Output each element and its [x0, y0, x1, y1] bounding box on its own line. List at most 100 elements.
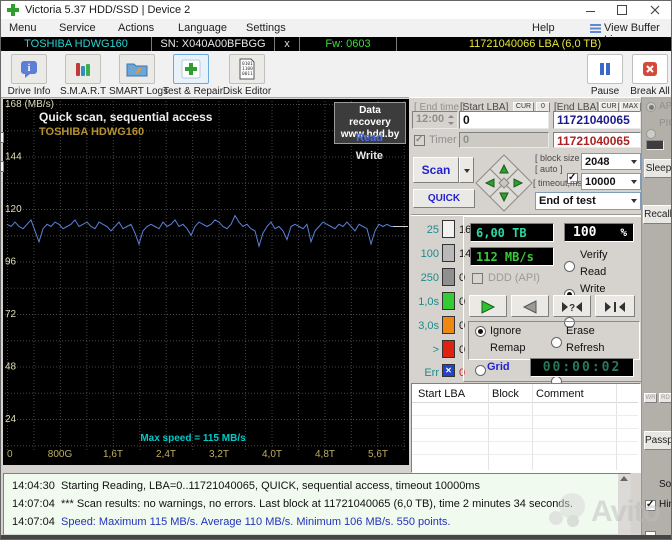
end-time-spinner[interactable]: 12:00 — [412, 111, 458, 129]
refresh-label: Refresh — [566, 342, 605, 354]
side-strip: API PIO Sleep Recall WR RD Passp Sound H… — [641, 97, 671, 539]
log-row-text: Starting Reading, LBA=0..11721040065, QU… — [61, 480, 480, 492]
block-size-select[interactable]: 2048 — [581, 153, 641, 170]
svg-text:4,0T: 4,0T — [262, 449, 282, 460]
grid-label: Grid — [487, 361, 510, 373]
timeout-select[interactable]: 10000 — [581, 173, 641, 190]
log-row-text: *** Scan results: no warnings, no errors… — [61, 498, 573, 510]
smart-logs-button[interactable]: SMART Logs — [109, 53, 168, 97]
seek-diamond-pad[interactable] — [473, 152, 535, 214]
quick-button[interactable]: QUICK — [413, 189, 475, 208]
pause-icon — [587, 54, 623, 84]
timer-checkbox[interactable] — [414, 134, 425, 146]
scan-button[interactable]: Scan — [413, 157, 459, 183]
menu-item-language[interactable]: Language — [178, 22, 227, 34]
stat-label: > — [432, 344, 439, 356]
read-label: Read — [580, 266, 607, 278]
svg-text:i: i — [28, 63, 31, 74]
log-row-time: 14:04:30 — [12, 480, 55, 492]
device-serial: SN: X040A00BFBGG — [152, 37, 275, 51]
scan-dropdown-button[interactable] — [459, 157, 474, 183]
log-panel[interactable]: 14:04:30 Starting Reading, LBA=0..117210… — [3, 473, 631, 535]
pause-button[interactable]: Pause — [577, 53, 633, 97]
svg-text:1,6T: 1,6T — [103, 449, 123, 460]
test-repair-label: Test & Repair — [163, 86, 224, 97]
recall-button[interactable]: Recall — [643, 205, 671, 224]
col-block: Block — [492, 388, 519, 400]
graph-title: Quick scan, sequential access — [39, 110, 213, 124]
defect-action-group: Ignore Erase Remap Refresh — [468, 321, 640, 387]
start-play-button[interactable] — [469, 295, 507, 317]
jump-end-icon — [605, 302, 625, 312]
monitor-panel: 6,00 TB 100% 112 MB/s DDD (API) Verify R… — [463, 216, 645, 417]
jump-question-button[interactable]: ? — [553, 295, 591, 317]
step-back-button[interactable] — [511, 295, 549, 317]
legend-write-checkbox[interactable] — [1, 160, 4, 172]
menu-item-help[interactable]: Help — [532, 22, 555, 34]
passp-button[interactable]: Passp — [644, 431, 671, 450]
minimize-button[interactable] — [577, 1, 603, 19]
svg-text:5,6T: 5,6T — [368, 449, 388, 460]
ddd-api-checkbox — [472, 273, 483, 284]
remap-label: Remap — [490, 342, 526, 354]
svg-text:24: 24 — [5, 414, 17, 425]
break-all-button[interactable]: Break All — [627, 53, 671, 97]
device-capacity: 11721040066 LBA (6,0 TB) — [468, 38, 602, 50]
verify-radio[interactable] — [564, 261, 575, 272]
speed-chart: 168 (MB/s) 144 120 96 72 48 24 0 800G 1,6T 2,4T 3,2… — [5, 99, 408, 460]
svg-text:96: 96 — [5, 257, 17, 268]
scroll-up-icon — [620, 476, 628, 481]
svg-text:4,8T: 4,8T — [315, 449, 335, 460]
svg-text:48: 48 — [5, 362, 17, 373]
stat-block — [442, 244, 455, 262]
end-of-test-select[interactable]: End of test — [535, 192, 641, 210]
disk-editor-button[interactable]: 0101 1100 0011 Disk Editor — [219, 53, 275, 97]
defect-table[interactable]: Start LBA Block Comment — [411, 383, 641, 473]
end-lba-input[interactable]: 11721040065 — [553, 111, 641, 129]
device-model: TOSHIBA HDWG160 — [1, 37, 152, 51]
error-x-icon: ✕ — [442, 364, 455, 377]
legend-read-checkbox[interactable] — [1, 131, 4, 143]
log-row-text: Speed: Maximum 115 MB/s. Average 110 MB/… — [61, 516, 451, 528]
play-icon — [481, 300, 496, 314]
percent-lcd: 100% — [564, 223, 634, 242]
remap-radio[interactable] — [475, 365, 486, 376]
spinner-arrows-icon[interactable] — [447, 114, 455, 126]
menu-item-actions[interactable]: Actions — [118, 22, 154, 34]
smart-button[interactable]: S.M.A.R.T — [55, 53, 111, 97]
max-speed-note: Max speed = 115 MB/s — [140, 433, 246, 444]
graph-model-label: TOSHIBA HDWG160 — [39, 126, 145, 138]
menu-item-settings[interactable]: Settings — [246, 22, 286, 34]
jump-end-button[interactable] — [595, 295, 635, 317]
menu-item-service[interactable]: Service — [59, 22, 96, 34]
stat-block — [442, 316, 455, 334]
device-x-flag[interactable]: x — [275, 37, 300, 51]
avito-watermark-text: Avito — [591, 495, 661, 528]
current-lba-display: 11721040065 — [553, 132, 641, 148]
back-icon — [522, 300, 537, 314]
menu-item-menu[interactable]: Menu — [9, 22, 37, 34]
erase-radio[interactable] — [551, 337, 562, 348]
stat-label: 3,0s — [418, 320, 439, 332]
log-row-time: 14:07:04 — [12, 498, 55, 510]
col-start-lba: Start LBA — [418, 388, 466, 400]
close-button[interactable] — [642, 1, 668, 19]
title-bar: Victoria 5.37 HDD/SSD | Device 2 — [1, 1, 671, 20]
activity-led — [646, 140, 664, 150]
start-lba-input[interactable]: 0 — [459, 111, 549, 129]
test-repair-button[interactable]: Test & Repair — [163, 53, 224, 97]
buffer-list-icon — [590, 24, 601, 33]
erase-label: Erase — [566, 325, 595, 337]
stat-block — [442, 292, 455, 310]
drive-info-label: Drive Info — [7, 86, 51, 97]
drive-info-button[interactable]: i Drive Info — [1, 53, 57, 97]
ignore-radio[interactable] — [475, 326, 486, 337]
sleep-button[interactable]: Sleep — [644, 159, 671, 178]
write-label: Write — [580, 283, 606, 295]
stat-block — [442, 220, 455, 238]
legend-read-label: Read — [356, 132, 383, 144]
svg-text:3,2T: 3,2T — [209, 449, 229, 460]
wr-button: WR — [644, 393, 657, 403]
victoria-window: Victoria 5.37 HDD/SSD | Device 2 Menu Se… — [0, 0, 672, 540]
maximize-button[interactable] — [609, 1, 635, 19]
